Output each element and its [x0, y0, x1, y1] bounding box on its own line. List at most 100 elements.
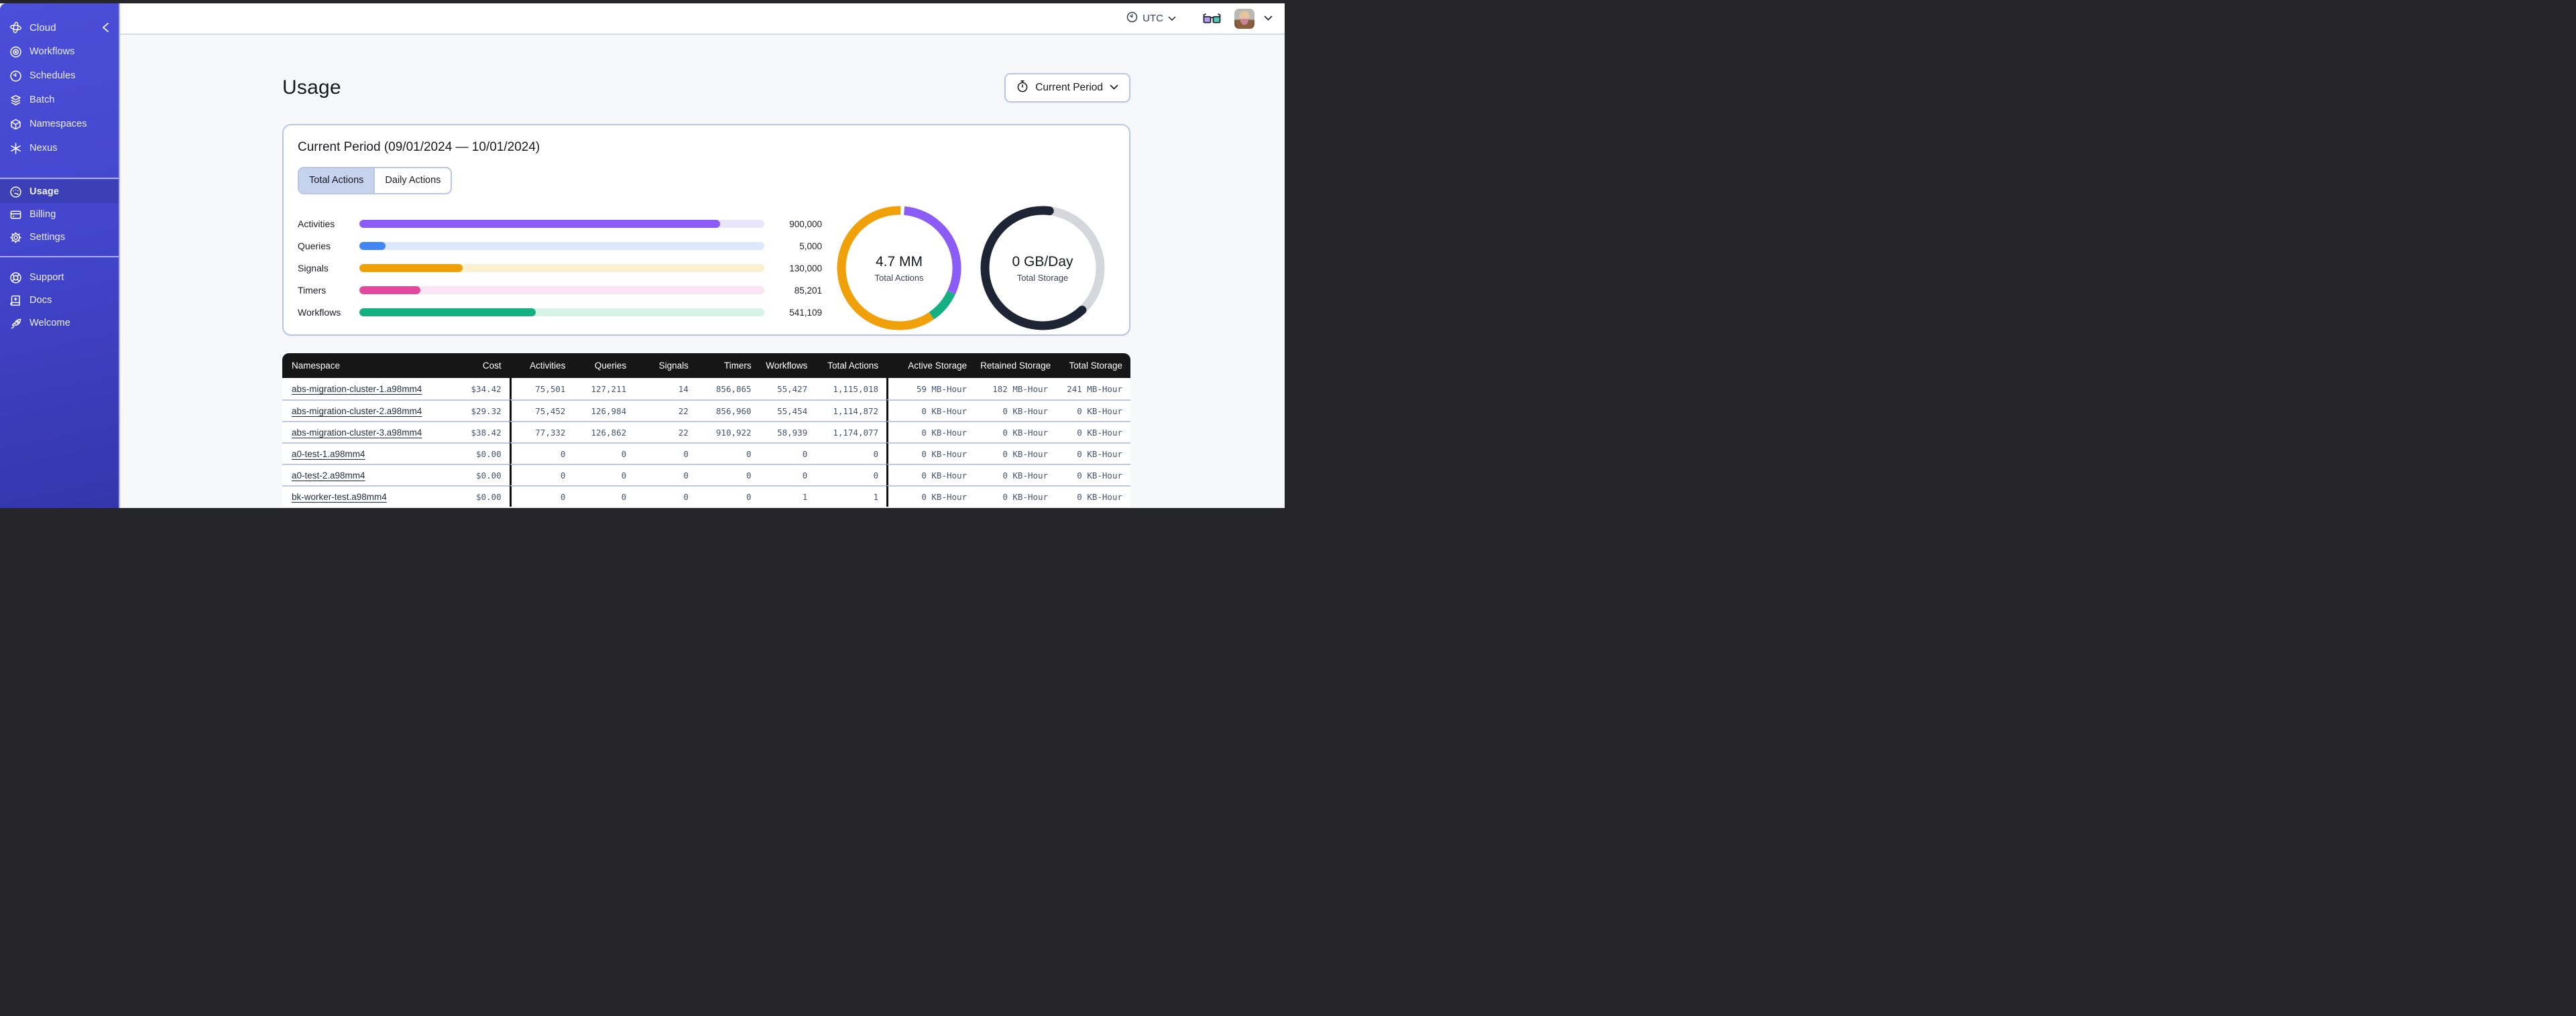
table-cell: $0.00 [436, 485, 510, 507]
tab-total-actions[interactable]: Total Actions [299, 168, 374, 193]
table-cell: 856,960 [696, 399, 760, 421]
bar-fill [359, 308, 536, 316]
column-header: Total Actions [815, 353, 887, 378]
table-cell: $38.42 [436, 421, 510, 442]
sidebar-item-billing[interactable]: Billing [0, 203, 119, 226]
table-cell: 22 [634, 399, 697, 421]
table-cell: 0 [815, 442, 887, 464]
sidebar-item-docs[interactable]: Docs [0, 289, 119, 312]
table-row: a0-test-2.a98mm4 $0.00 0 0 0 0 0 0 0 KB-Hour 0 KB… [282, 464, 1130, 485]
table-cell: 182 MB-Hour [975, 378, 1057, 399]
namespace-link[interactable]: abs-migration-cluster-1.a98mm4 [292, 384, 422, 394]
table-cell: 0 [696, 485, 760, 507]
column-header: Cost [436, 353, 510, 378]
table-cell: 0 KB-Hour [1056, 442, 1130, 464]
sidebar-item-label: Nexus [30, 143, 58, 153]
support-lifebuoy-icon [9, 271, 22, 284]
table-cell: 0 KB-Hour [886, 485, 976, 507]
table-cell: 0 KB-Hour [1056, 421, 1130, 442]
current-period-card: Current Period (09/01/2024 — 10/01/2024)… [282, 124, 1130, 336]
sidebar-item-workflows[interactable]: Workflows [0, 40, 119, 64]
table-cell: 0 [759, 442, 816, 464]
table-cell: 14 [634, 378, 697, 399]
table-cell: 0 [573, 464, 635, 485]
docs-book-icon [9, 294, 22, 307]
billing-card-icon [9, 208, 22, 221]
bar-row-signals: Signals 130,000 [298, 257, 822, 279]
table-cell: 0 KB-Hour [1056, 485, 1130, 507]
sidebar-item-welcome[interactable]: Welcome [0, 312, 119, 334]
namespace-link[interactable]: abs-migration-cluster-3.a98mm4 [292, 428, 422, 438]
column-header: Total Storage [1056, 353, 1130, 378]
table-row: abs-migration-cluster-3.a98mm4 $38.42 77,3… [282, 421, 1130, 442]
table-cell: 0 [573, 442, 635, 464]
sidebar-item-label: Docs [30, 295, 52, 306]
sidebar-collapse-icon[interactable] [102, 22, 109, 33]
table-cell: 0 KB-Hour [975, 442, 1057, 464]
workflows-icon [9, 46, 22, 58]
table-cell: 0 [509, 442, 574, 464]
tab-daily-actions[interactable]: Daily Actions [373, 168, 451, 193]
app-screen: Cloud Workflows Schedules Batch Namespac… [0, 3, 1285, 508]
column-header: Signals [634, 353, 697, 378]
table-cell: 0 KB-Hour [1056, 464, 1130, 485]
table-cell: 0 KB-Hour [886, 399, 976, 421]
sidebar-item-nexus[interactable]: Nexus [0, 136, 119, 160]
table-cell: 0 [759, 464, 816, 485]
sidebar-item-namespaces[interactable]: Namespaces [0, 112, 119, 136]
sidebar-item-schedules[interactable]: Schedules [0, 64, 119, 88]
sidebar-item-label: Batch [30, 94, 55, 105]
table-cell: 75,452 [509, 399, 574, 421]
user-menu-chevron-down-icon[interactable] [1264, 15, 1273, 21]
namespace-link[interactable]: a0-test-1.a98mm4 [292, 449, 365, 459]
topbar: UTC [120, 3, 1285, 35]
bar-row-queries: Queries 5,000 [298, 235, 822, 257]
sidebar-brand-cloud[interactable]: Cloud [0, 15, 119, 40]
namespace-cell: abs-migration-cluster-3.a98mm4 [282, 421, 436, 442]
bar-value: 130,000 [789, 263, 822, 273]
page-title: Usage [282, 76, 341, 99]
bar-fill [359, 264, 463, 272]
bar-value: 5,000 [799, 241, 822, 251]
user-avatar[interactable] [1234, 8, 1254, 29]
period-selector-button[interactable]: Current Period [1004, 73, 1130, 103]
sidebar-item-batch[interactable]: Batch [0, 88, 119, 112]
table-cell: 0 KB-Hour [975, 464, 1057, 485]
namespace-link[interactable]: a0-test-2.a98mm4 [292, 470, 365, 481]
namespace-cell: abs-migration-cluster-2.a98mm4 [282, 399, 436, 421]
table-cell: 0 [634, 485, 697, 507]
bar-fill [359, 220, 720, 228]
bar-value: 900,000 [789, 218, 822, 229]
namespace-cell: a0-test-2.a98mm4 [282, 464, 436, 485]
chevron-down-icon [1110, 82, 1118, 94]
sidebar-item-label: Schedules [30, 70, 76, 81]
table-cell: 0 KB-Hour [886, 464, 976, 485]
nexus-asterisk-icon [9, 142, 22, 155]
table-cell: 0 KB-Hour [886, 421, 976, 442]
bar-label: Signals [298, 263, 329, 273]
bar-track [359, 242, 764, 250]
sidebar-item-usage[interactable]: Usage [0, 180, 119, 203]
sidebar-item-support[interactable]: Support [0, 266, 119, 289]
namespace-link[interactable]: abs-migration-cluster-2.a98mm4 [292, 406, 422, 416]
stopwatch-icon [1016, 80, 1029, 96]
table-cell: 856,865 [696, 378, 760, 399]
bar-fill [359, 242, 386, 250]
column-header: Namespace [282, 353, 436, 378]
timezone-label: UTC [1143, 13, 1163, 24]
bar-track [359, 308, 764, 316]
main-content: Usage Current Period Current Period (09/… [120, 36, 1285, 508]
bar-label: Queries [298, 241, 331, 251]
namespace-link[interactable]: bk-worker-test.a98mm4 [292, 492, 387, 502]
table-cell: $34.42 [436, 378, 510, 399]
timezone-selector[interactable]: UTC [1126, 11, 1176, 25]
feedback-glasses-icon[interactable] [1203, 13, 1221, 24]
actions-view-tabs: Total Actions Daily Actions [298, 167, 453, 194]
chevron-down-icon [1168, 13, 1176, 24]
namespace-cell: abs-migration-cluster-1.a98mm4 [282, 378, 436, 399]
sidebar-item-settings[interactable]: Settings [0, 226, 119, 249]
column-header: Workflows [759, 353, 816, 378]
table-cell: $29.32 [436, 399, 510, 421]
schedules-icon [9, 70, 22, 82]
table-cell: 126,862 [573, 421, 635, 442]
